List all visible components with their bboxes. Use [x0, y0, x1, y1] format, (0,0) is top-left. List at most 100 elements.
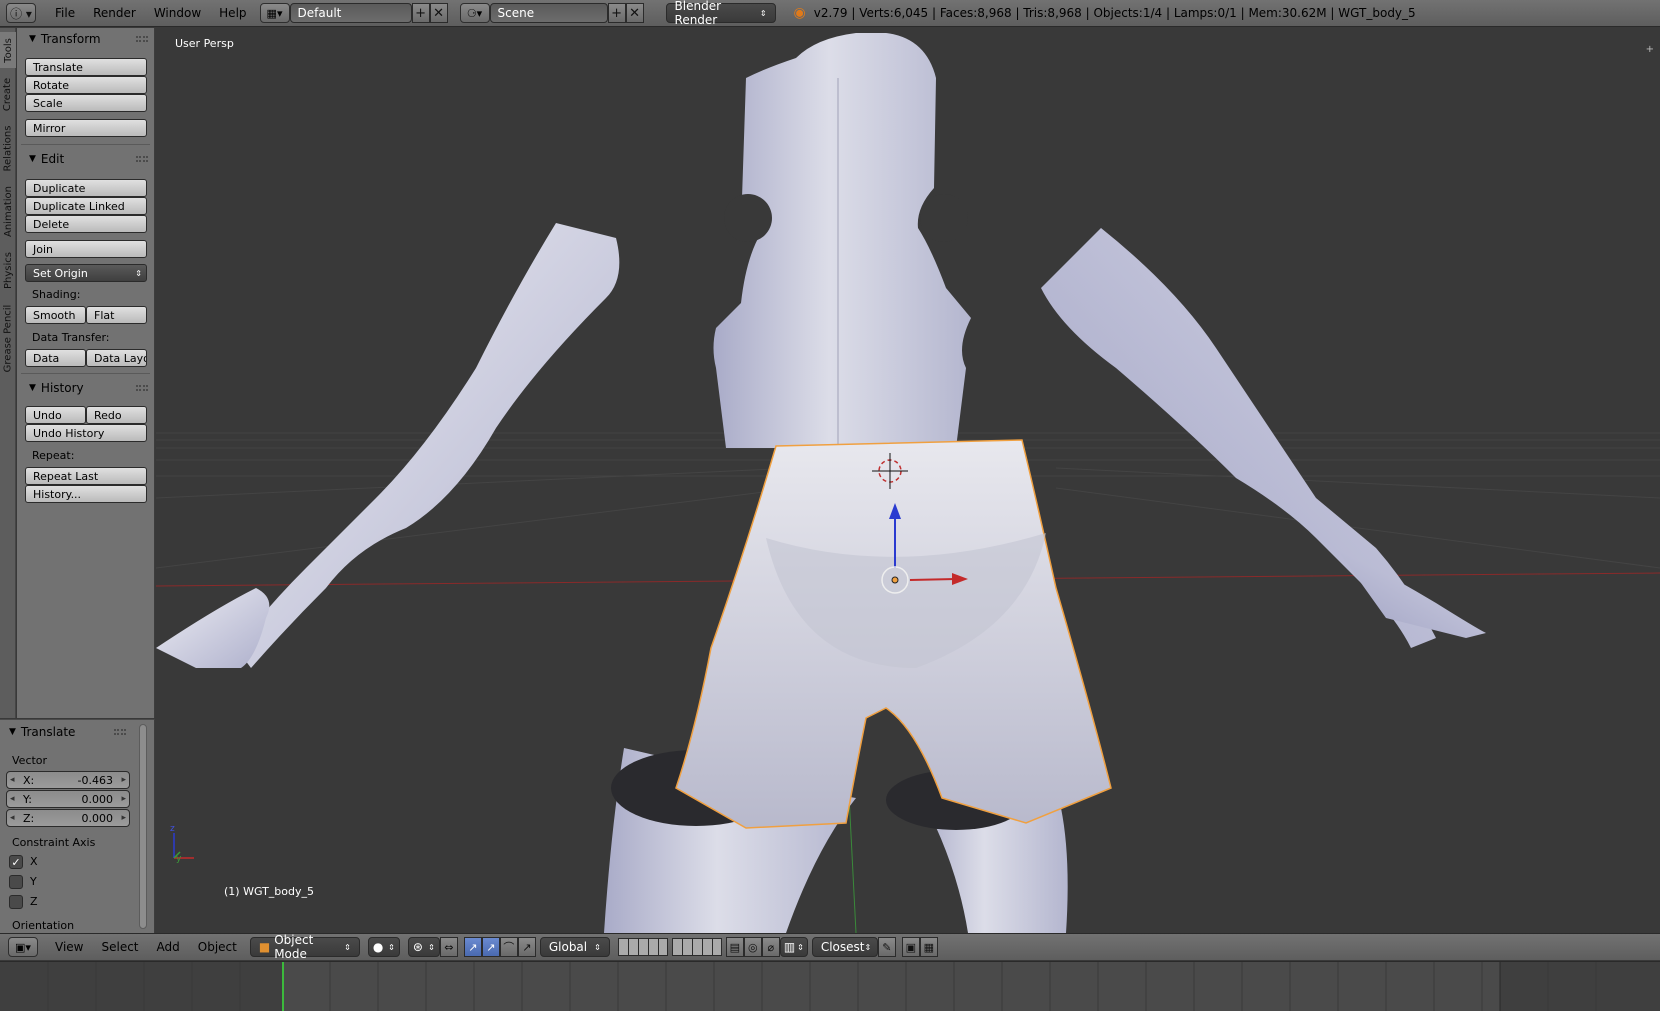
undo-history-button[interactable]: Undo History [25, 424, 147, 442]
tab-physics[interactable]: Physics [0, 246, 16, 294]
menu-select[interactable]: Select [92, 940, 147, 954]
flat-button[interactable]: Flat [86, 306, 147, 324]
extra-manipulator-button[interactable]: ↗ [517, 937, 536, 957]
menu-file[interactable]: File [46, 6, 84, 20]
add-layout-button[interactable]: + [411, 3, 430, 23]
data-layout-button[interactable]: Data Layo [86, 349, 147, 367]
undo-button[interactable]: Undo [25, 406, 86, 424]
mirror-button[interactable]: Mirror [25, 119, 147, 137]
set-origin-dropdown[interactable]: Set Origin ⇕ [25, 264, 147, 282]
collapse-triangle-icon: ▼ [29, 34, 36, 44]
tab-animation[interactable]: Animation [0, 180, 16, 242]
drag-grip-icon[interactable] [114, 729, 126, 735]
snap-toggle-button[interactable]: ⌀ [761, 937, 780, 957]
tab-create[interactable]: Create [0, 72, 16, 116]
editor-type-button[interactable]: ▣▾ [8, 937, 38, 957]
operator-panel-header[interactable]: ▼ Translate [0, 721, 132, 743]
snap-element-dropdown[interactable]: ▥ ⇕ [779, 937, 808, 957]
rotate-manipulator-button[interactable]: ↗ [481, 937, 500, 957]
mode-dropdown[interactable]: ■ Object Mode ⇕ [249, 933, 360, 961]
render-image-button[interactable]: ▣ [901, 937, 920, 957]
scene-icon: ⚆▾ [466, 6, 483, 20]
viewport-corner-plus-icon[interactable]: + [1646, 44, 1654, 55]
layer-buttons-1[interactable] [617, 938, 668, 956]
edit-panel-header[interactable]: ▼ Edit [17, 148, 154, 170]
blender-logo-icon: ◉ [793, 5, 806, 21]
menu-object[interactable]: Object [189, 940, 246, 954]
left-chest-cutout [724, 194, 772, 242]
screen-layout-field[interactable]: Default [289, 3, 412, 23]
constraint-z-checkbox[interactable] [9, 895, 23, 909]
svg-text:z: z [170, 824, 175, 834]
proportional-edit-button[interactable]: ◎ [743, 937, 762, 957]
layer-lock-button[interactable]: ▤ [725, 937, 744, 957]
scene-field[interactable]: Scene [489, 3, 608, 23]
menu-window[interactable]: Window [145, 6, 210, 20]
add-scene-button[interactable]: + [607, 3, 626, 23]
pivot-point-dropdown[interactable]: ⊛ ⇕ [407, 937, 440, 957]
remove-scene-button[interactable]: ✕ [625, 3, 644, 23]
duplicate-button[interactable]: Duplicate [25, 179, 147, 197]
menu-view[interactable]: View [46, 940, 92, 954]
redo-button[interactable]: Redo [86, 406, 147, 424]
3d-viewport[interactable]: z y User Persp (1) WGT_body_5 + [156, 28, 1660, 933]
drag-grip-icon[interactable] [136, 156, 148, 162]
rotate-button[interactable]: Rotate [25, 76, 147, 94]
manipulator-toggle-button[interactable]: ⇔ [439, 937, 458, 957]
drag-grip-icon[interactable] [136, 385, 148, 391]
scale-manipulator-button[interactable]: ⌒ [499, 937, 518, 957]
repeat-label: Repeat: [32, 449, 75, 462]
brush-icon: ✎ [882, 940, 892, 954]
layer-buttons-2[interactable] [671, 938, 722, 956]
vector-y-field[interactable]: Y: 0.000 [6, 790, 130, 808]
duplicate-linked-button[interactable]: Duplicate Linked [25, 197, 147, 215]
history-panel-header[interactable]: ▼ History [17, 377, 154, 399]
data-button[interactable]: Data [25, 349, 86, 367]
set-origin-label: Set Origin [33, 266, 88, 280]
menu-help[interactable]: Help [210, 6, 255, 20]
tab-relations[interactable]: Relations [0, 120, 16, 176]
menu-render[interactable]: Render [84, 6, 145, 20]
constraint-y-checkbox[interactable] [9, 875, 23, 889]
timeline[interactable] [0, 961, 1660, 1011]
shading-label: Shading: [32, 288, 81, 301]
remove-layout-button[interactable]: ✕ [429, 3, 448, 23]
scene-name: Scene [497, 6, 535, 20]
viewport-shading-dropdown[interactable]: ● ⇕ [367, 937, 400, 957]
render-engine-dropdown[interactable]: Blender Render ⇕ [665, 0, 776, 27]
cube-icon: ■ [258, 940, 271, 954]
tab-tools[interactable]: Tools [0, 32, 16, 68]
updown-icon: ⇕ [135, 268, 142, 278]
constraint-x-checkbox[interactable]: ✓ [9, 855, 23, 869]
vector-z-field[interactable]: Z: 0.000 [6, 809, 130, 827]
menu-add[interactable]: Add [148, 940, 189, 954]
operator-title: Translate [20, 725, 76, 739]
screen-layout-selector[interactable]: ▦▾ [259, 3, 290, 23]
orientation-value: Global [548, 940, 588, 954]
updown-icon: ⇕ [594, 942, 601, 952]
pivot-icon: ⊛ [412, 940, 423, 954]
panel-scrollbar[interactable] [139, 724, 147, 929]
scene-selector[interactable]: ⚆▾ [459, 3, 490, 23]
orientation-dropdown[interactable]: Global ⇕ [539, 937, 610, 957]
3d-view-header: ▣▾ View Select Add Object ■ Object Mode … [0, 933, 1660, 961]
smooth-button[interactable]: Smooth [25, 306, 86, 324]
translate-manipulator-button[interactable]: ↗ [463, 937, 482, 957]
join-button[interactable]: Join [25, 240, 147, 258]
transform-panel-header[interactable]: ▼ Transform [17, 28, 154, 50]
drag-grip-icon[interactable] [136, 36, 148, 42]
delete-button[interactable]: Delete [25, 215, 147, 233]
editor-type-button[interactable]: ⓘ ▾ [6, 3, 36, 23]
translate-button[interactable]: Translate [25, 58, 147, 76]
render-animation-button[interactable]: ▦ [919, 937, 938, 957]
scale-button[interactable]: Scale [25, 94, 147, 112]
align-rotation-button[interactable]: ✎ [877, 937, 896, 957]
snap-target-dropdown[interactable]: Closest ⇕ [811, 937, 878, 957]
viewport-scene: z y [156, 33, 1660, 933]
collapse-triangle-icon: ▼ [29, 154, 36, 164]
tab-animation-label: Animation [2, 185, 14, 237]
repeat-last-button[interactable]: Repeat Last [25, 467, 147, 485]
history-button[interactable]: History... [25, 485, 147, 503]
tab-grease-pencil[interactable]: Grease Pencil [0, 298, 16, 378]
vector-x-field[interactable]: X: -0.463 [6, 771, 130, 789]
